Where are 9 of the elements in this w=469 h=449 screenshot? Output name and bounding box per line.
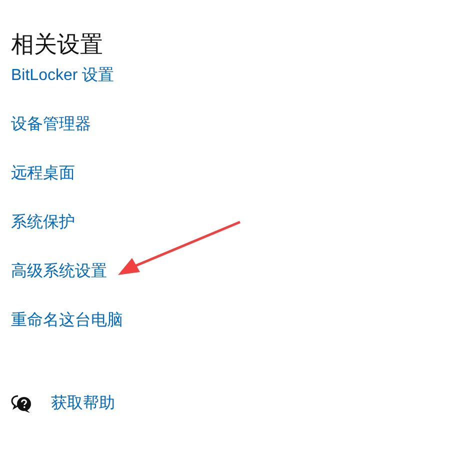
settings-link[interactable]: 设备管理器: [11, 113, 91, 136]
settings-link[interactable]: BitLocker 设置: [11, 64, 114, 87]
settings-link[interactable]: 高级系统设置: [11, 260, 107, 283]
settings-link[interactable]: 远程桌面: [11, 162, 75, 185]
get-help-link[interactable]: 获取帮助: [51, 392, 115, 415]
help-chat-icon: [11, 394, 33, 414]
section-title: 相关设置: [11, 30, 103, 59]
settings-link[interactable]: 重命名这台电脑: [11, 309, 123, 332]
settings-link[interactable]: 系统保护: [11, 211, 75, 234]
